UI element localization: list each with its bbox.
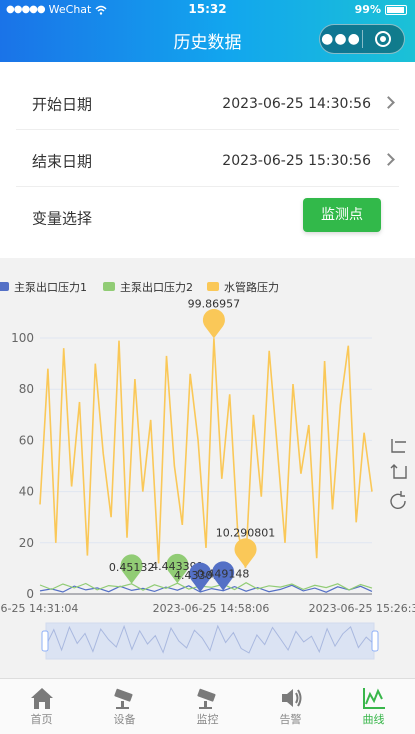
zoom-icon[interactable] — [391, 439, 406, 453]
marker-pin[interactable] — [202, 309, 225, 339]
pressure-chart: 主泵出口压力1 主泵出口压力2 水管路压力 0 20 40 60 80 100 99.86957 1… — [0, 280, 415, 660]
tab-bar: 首页 设备 监控 告警 曲线 — [0, 678, 415, 734]
legend-label: 主泵出口压力2 — [120, 280, 193, 294]
status-bar: ●●●●● WeChat 15:32 99% — [0, 0, 415, 18]
y-tick-label: 0 — [26, 587, 34, 601]
start-date-label: 开始日期 — [32, 95, 93, 114]
zoom-handle-left[interactable] — [41, 630, 49, 652]
end-date-value[interactable]: 2023-06-25 15:30:56 — [222, 153, 371, 169]
battery-percent: 99% — [354, 3, 381, 16]
mini-program-capsule: ●●● — [319, 24, 405, 54]
y-tick-label: 60 — [19, 433, 34, 447]
monitor-point-button[interactable]: 监测点 — [303, 198, 381, 232]
tab-label: 曲线 — [362, 713, 385, 726]
chart-area: 主泵出口压力1 主泵出口压力2 水管路压力 0 20 40 60 80 100 99.86957 1… — [0, 258, 415, 678]
tab-label: 首页 — [30, 713, 53, 726]
battery-icon — [385, 4, 407, 15]
marker-label: 0.45132 — [109, 561, 155, 574]
x-tick-label: 2023-06-25 14:31:04 — [0, 602, 78, 615]
camera-icon — [113, 688, 133, 709]
marker-pin[interactable] — [234, 538, 257, 568]
speaker-icon — [281, 689, 301, 707]
restore-icon[interactable] — [390, 491, 406, 509]
y-tick-label: 40 — [19, 485, 34, 499]
close-target-icon[interactable] — [363, 31, 404, 47]
tab-label: 监控 — [196, 713, 219, 726]
legend-swatch[interactable] — [103, 282, 115, 291]
date-form: 开始日期 2023-06-25 14:30:56 结束日期 2023-06-25… — [0, 62, 415, 258]
start-date-row[interactable]: 开始日期 2023-06-25 14:30:56 — [16, 74, 399, 130]
y-tick-label: 100 — [11, 331, 34, 345]
marker-label: 99.86957 — [188, 297, 241, 310]
y-tick-label: 20 — [19, 536, 34, 550]
end-date-row[interactable]: 结束日期 2023-06-25 15:30:56 — [16, 131, 399, 187]
variable-label: 变量选择 — [32, 209, 93, 228]
tab-monitor[interactable]: 监控 — [166, 679, 249, 734]
more-icon[interactable]: ●●● — [320, 31, 362, 47]
tab-label: 设备 — [113, 713, 136, 726]
tab-curve[interactable]: 曲线 — [332, 679, 415, 734]
marker-label: 10.290801 — [216, 527, 276, 540]
marker-label: 0.449148 — [197, 568, 250, 581]
camera-icon — [196, 688, 216, 709]
tab-alarm[interactable]: 告警 — [249, 679, 332, 734]
chart-line-icon — [362, 688, 385, 709]
tab-label: 告警 — [279, 713, 302, 726]
end-date-label: 结束日期 — [32, 152, 93, 171]
tab-home[interactable]: 首页 — [0, 679, 83, 734]
zoom-slider-background[interactable] — [45, 622, 375, 660]
legend-label: 水管路压力 — [224, 280, 279, 294]
series-line — [39, 338, 373, 568]
x-tick-label: 2023-06-25 14:58:06 — [153, 602, 270, 615]
zoom-handle-right[interactable] — [371, 630, 379, 652]
legend-swatch[interactable] — [0, 282, 9, 291]
app-header: ●●●●● WeChat 15:32 99% 历史数据 ●●● — [0, 0, 415, 62]
y-tick-label: 80 — [19, 382, 34, 396]
zoom-reset-icon[interactable] — [390, 464, 407, 479]
chevron-right-icon — [382, 153, 395, 166]
start-date-value[interactable]: 2023-06-25 14:30:56 — [222, 96, 371, 112]
legend-swatch[interactable] — [207, 282, 219, 291]
x-tick-label: 2023-06-25 15:26:39 — [309, 602, 415, 615]
status-time: 15:32 — [188, 2, 227, 16]
legend-label: 主泵出口压力1 — [14, 280, 87, 294]
chevron-right-icon — [382, 96, 395, 109]
tab-device[interactable]: 设备 — [83, 679, 166, 734]
home-icon — [30, 688, 53, 709]
